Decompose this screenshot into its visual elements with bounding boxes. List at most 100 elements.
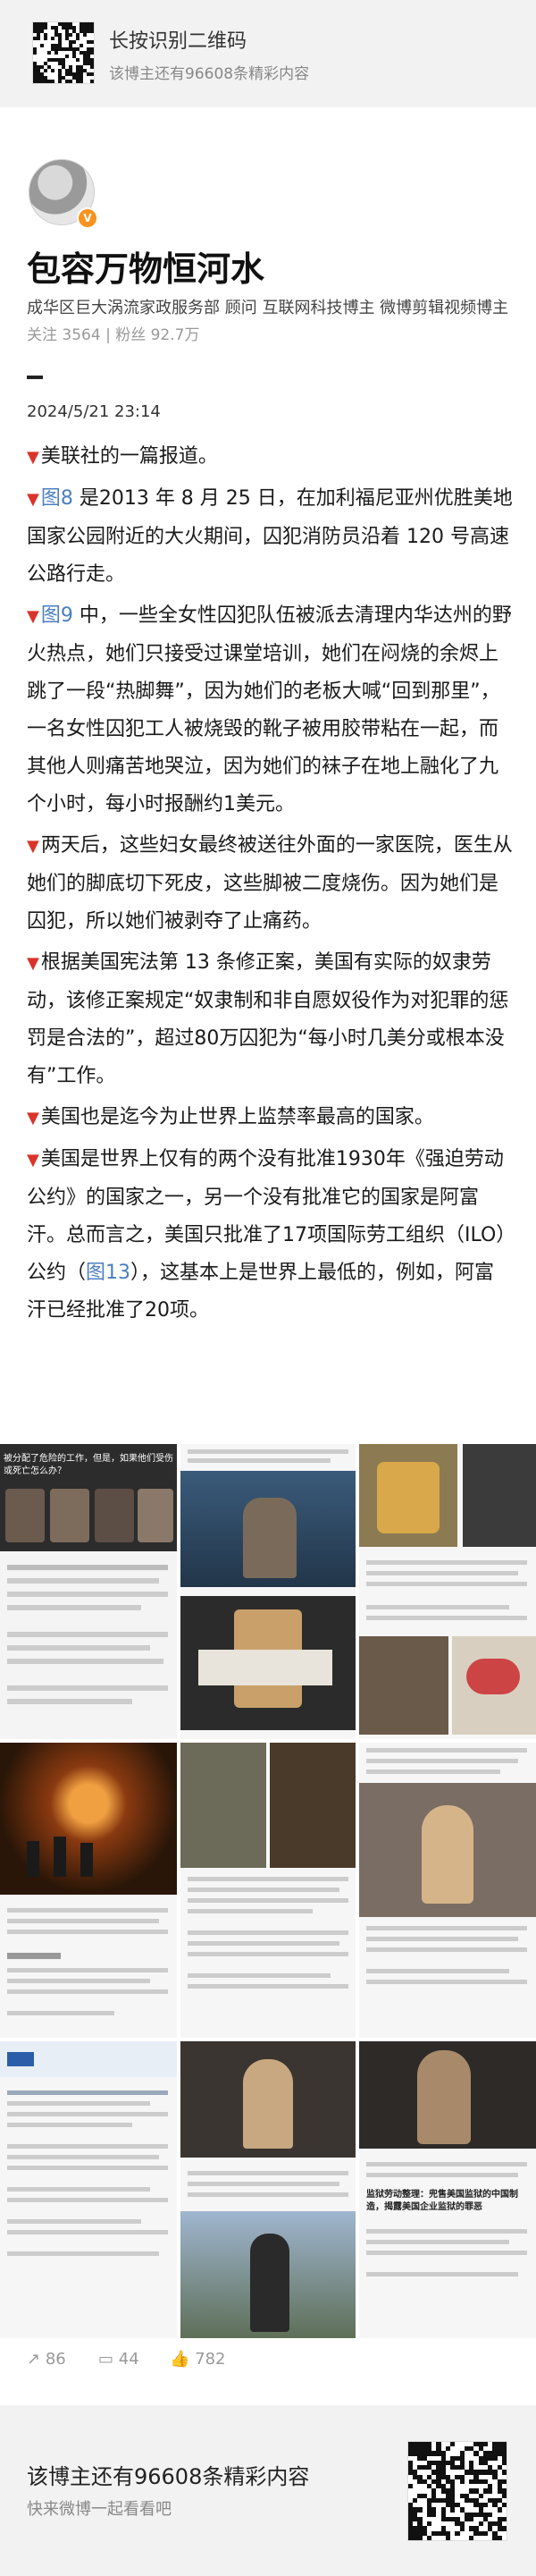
- paragraph-text: 中，一些全女性囚犯队伍被派去清理内华达州的野火热点，她们只接受过课堂培训，她们在…: [27, 604, 512, 815]
- qr-module: [47, 51, 51, 55]
- qr-module: [501, 2479, 507, 2485]
- image-link[interactable]: 图13: [86, 1262, 130, 1284]
- repost-icon: ↗: [27, 2350, 41, 2369]
- paragraph: ▼美国是世界上仅有的两个没有批准1930年《强迫劳动公约》的国家之一，另一个没有…: [27, 1141, 514, 1330]
- paragraph-text: 是2013 年 8 月 25 日，在加利福尼亚州优胜美地国家公园附近的大火期间，…: [27, 487, 513, 586]
- qr-module: [76, 58, 80, 62]
- qr-module: [431, 2512, 437, 2517]
- red-triangle-icon: ▼: [27, 490, 39, 509]
- qr-module: [90, 51, 94, 55]
- qr-module: [459, 2526, 465, 2531]
- qr-module: [33, 51, 37, 55]
- banner-title: 长按识别二维码: [109, 30, 247, 53]
- qr-module: [488, 2512, 493, 2517]
- qr-module: [482, 2503, 489, 2508]
- repost-count: 86: [45, 2350, 66, 2369]
- qr-module: [69, 33, 72, 37]
- qr-module: [58, 80, 62, 83]
- image-thumbnail-3[interactable]: [359, 1444, 536, 1739]
- qr-module: [450, 2442, 456, 2447]
- image-thumbnail-7[interactable]: [0, 2041, 177, 2338]
- qr-module: [90, 72, 94, 76]
- red-triangle-icon: ▼: [27, 837, 39, 856]
- qr-module: [90, 30, 94, 33]
- qr-module: [69, 80, 72, 83]
- profile-header: V 包容万物恒河水 成华区巨大涡流家政服务部 顾问 互联网科技博主 微博剪辑视频…: [0, 107, 536, 402]
- repost-button[interactable]: ↗ 86: [27, 2350, 66, 2369]
- qr-module: [459, 2479, 465, 2485]
- qr-module: [426, 2521, 432, 2527]
- paragraph-text: 两天后，这些妇女最终被送往外面的一家医院，医生从她们的脚底切下死皮，这些脚被二度…: [27, 834, 513, 933]
- red-triangle-icon: ▼: [27, 954, 39, 973]
- qr-module: [478, 2521, 483, 2527]
- action-bar: ↗ 86 ▭ 44 👍 782: [0, 2343, 536, 2387]
- qr-module: [65, 55, 69, 58]
- qr-module: [501, 2516, 507, 2522]
- image-thumbnail-1[interactable]: 被分配了危险的工作，但是，如果他们受伤或死亡怎么办？: [0, 1444, 177, 1739]
- red-triangle-icon: ▼: [27, 1109, 39, 1128]
- image-thumbnail-9[interactable]: 监狱劳动整理：兜售美国监狱的中国制造，揭露美国企业监狱的罪恶: [359, 2041, 536, 2338]
- qr-module: [455, 2530, 460, 2536]
- footer-banner: 该博主还有96608条精彩内容 快来微博一起看看吧: [0, 2405, 536, 2576]
- qr-module: [445, 2446, 451, 2452]
- top-banner: 长按识别二维码 该博主还有96608条精彩内容: [0, 0, 536, 107]
- qr-module: [426, 2535, 432, 2540]
- image-grid: 被分配了危险的工作，但是，如果他们受伤或死亡怎么办？ 监狱劳动整理：兜售美国监狱…: [0, 1444, 536, 2338]
- image-caption: 被分配了危险的工作，但是，如果他们受伤或死亡怎么办？: [4, 1454, 173, 1476]
- qr-code-icon[interactable]: [407, 2441, 507, 2541]
- qr-module: [501, 2493, 507, 2498]
- qr-module: [76, 37, 80, 40]
- paragraph-text: 美国也是迄今为止世界上监禁率最高的国家。: [40, 1106, 434, 1128]
- image-thumbnail-5[interactable]: [180, 1743, 356, 2038]
- post-body: ▼美联社的一篇报道。 ▼图8 是2013 年 8 月 25 日，在加利福尼亚州优…: [27, 438, 514, 1333]
- qr-module: [469, 2516, 474, 2522]
- qr-module: [501, 2460, 507, 2466]
- qr-module: [478, 2493, 483, 2498]
- qr-module: [54, 51, 58, 55]
- qr-module: [72, 40, 76, 44]
- qr-module: [80, 80, 83, 83]
- image-link[interactable]: 图8: [41, 487, 73, 510]
- profile-name[interactable]: 包容万物恒河水: [27, 241, 264, 291]
- like-button[interactable]: 👍 782: [170, 2350, 226, 2369]
- qr-module: [497, 2535, 502, 2540]
- qr-module: [450, 2507, 456, 2513]
- comment-count: 44: [118, 2350, 139, 2369]
- banner-subtitle: 该博主还有96608条精彩内容: [109, 65, 310, 83]
- image-thumbnail-6[interactable]: [359, 1743, 536, 2038]
- image-thumbnail-8[interactable]: [180, 2041, 356, 2338]
- image-thumbnail-2[interactable]: [180, 1444, 356, 1739]
- paragraph: ▼图9 中，一些全女性囚犯队伍被派去清理内华达州的野火热点，她们只接受过课堂培训…: [27, 597, 514, 823]
- profile-description: 成华区巨大涡流家政服务部 顾问 互联网科技博主 微博剪辑视频博主: [27, 299, 509, 317]
- qr-module: [44, 37, 47, 40]
- paragraph-text: 根据美国宪法第 13 条修正案，美国有实际的奴隶劳动，该修正案规定“奴隶制和非自…: [27, 951, 509, 1087]
- qr-module: [51, 69, 54, 72]
- qr-module: [482, 2442, 489, 2447]
- qr-module: [417, 2507, 423, 2513]
- qr-module: [488, 2488, 493, 2494]
- qr-module: [469, 2535, 474, 2540]
- image-link[interactable]: 图9: [41, 604, 73, 627]
- paragraph: ▼美联社的一篇报道。: [27, 438, 514, 477]
- comment-button[interactable]: ▭ 44: [98, 2350, 139, 2369]
- qr-module: [413, 2497, 418, 2504]
- comment-icon: ▭: [98, 2350, 114, 2369]
- qr-module: [80, 44, 83, 47]
- red-triangle-icon: ▼: [27, 448, 39, 467]
- qr-module: [417, 2535, 423, 2540]
- paragraph: ▼美国也是迄今为止世界上监禁率最高的国家。: [27, 1099, 514, 1137]
- footer-title: 该博主还有96608条精彩内容: [27, 2464, 310, 2489]
- qr-module: [497, 2507, 502, 2513]
- section-divider: [27, 376, 43, 379]
- image-caption: 监狱劳动整理：兜售美国监狱的中国制造，揭露美国企业监狱的罪恶: [366, 2190, 518, 2212]
- qr-module: [51, 37, 54, 40]
- qr-module: [501, 2470, 507, 2475]
- qr-module: [90, 40, 94, 44]
- red-triangle-icon: ▼: [27, 1151, 39, 1170]
- qr-module: [37, 37, 40, 40]
- qr-code-icon[interactable]: [32, 21, 95, 84]
- qr-module: [44, 69, 47, 72]
- qr-module: [501, 2526, 507, 2531]
- image-thumbnail-4[interactable]: [0, 1743, 177, 2038]
- paragraph-text: 美联社的一篇报道。: [40, 445, 218, 468]
